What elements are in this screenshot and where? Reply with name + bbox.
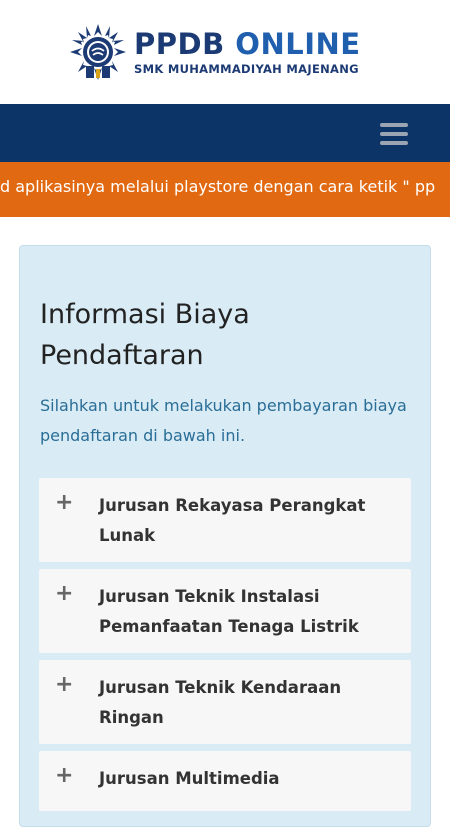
accordion-item-tkr[interactable]: + Jurusan Teknik Kendaraan Ringan: [39, 660, 411, 744]
plus-icon: +: [55, 581, 74, 606]
plus-icon: +: [55, 490, 74, 515]
menu-toggle-button[interactable]: [380, 123, 408, 145]
hamburger-icon-bar: [380, 132, 408, 136]
announcement-marquee: d aplikasinya melalui playstore dengan c…: [0, 162, 450, 217]
accordion-item-label: Jurusan Teknik Instalasi Pemanfaatan Ten…: [99, 587, 359, 636]
accordion-item-rpl[interactable]: + Jurusan Rekayasa Perangkat Lunak: [39, 478, 411, 562]
marquee-text: d aplikasinya melalui playstore dengan c…: [0, 177, 436, 196]
accordion-item-label: Jurusan Rekayasa Perangkat Lunak: [99, 496, 366, 545]
hamburger-icon-bar: [380, 123, 408, 127]
panel-title: Informasi Biaya Pendaftaran: [40, 299, 250, 371]
logo-title-accent: ONLINE: [235, 27, 361, 61]
logo-subtitle: SMK MUHAMMADIYAH MAJENANG: [134, 62, 359, 76]
accordion-item-multimedia[interactable]: + Jurusan Multimedia: [39, 751, 411, 811]
logo-title-main: PPDB: [134, 27, 225, 61]
accordion-item-label: Jurusan Teknik Kendaraan Ringan: [99, 678, 342, 727]
panel-description: Silahkan untuk melakukan pembayaran biay…: [40, 396, 407, 445]
plus-icon: +: [55, 672, 74, 697]
registration-fee-panel: Informasi Biaya Pendaftaran Silahkan unt…: [19, 245, 431, 827]
site-header: PPDB ONLINE SMK MUHAMMADIYAH MAJENANG: [0, 0, 450, 104]
site-logo[interactable]: PPDB ONLINE SMK MUHAMMADIYAH MAJENANG: [68, 22, 361, 82]
logo-title: PPDB ONLINE: [134, 28, 361, 60]
accordion-item-titl[interactable]: + Jurusan Teknik Instalasi Pemanfaatan T…: [39, 569, 411, 653]
plus-icon: +: [55, 763, 74, 788]
main-navbar: [0, 104, 450, 162]
muhammadiyah-logo-icon: [70, 24, 126, 80]
hamburger-icon-bar: [380, 141, 408, 145]
accordion-item-label: Jurusan Multimedia: [99, 769, 280, 788]
